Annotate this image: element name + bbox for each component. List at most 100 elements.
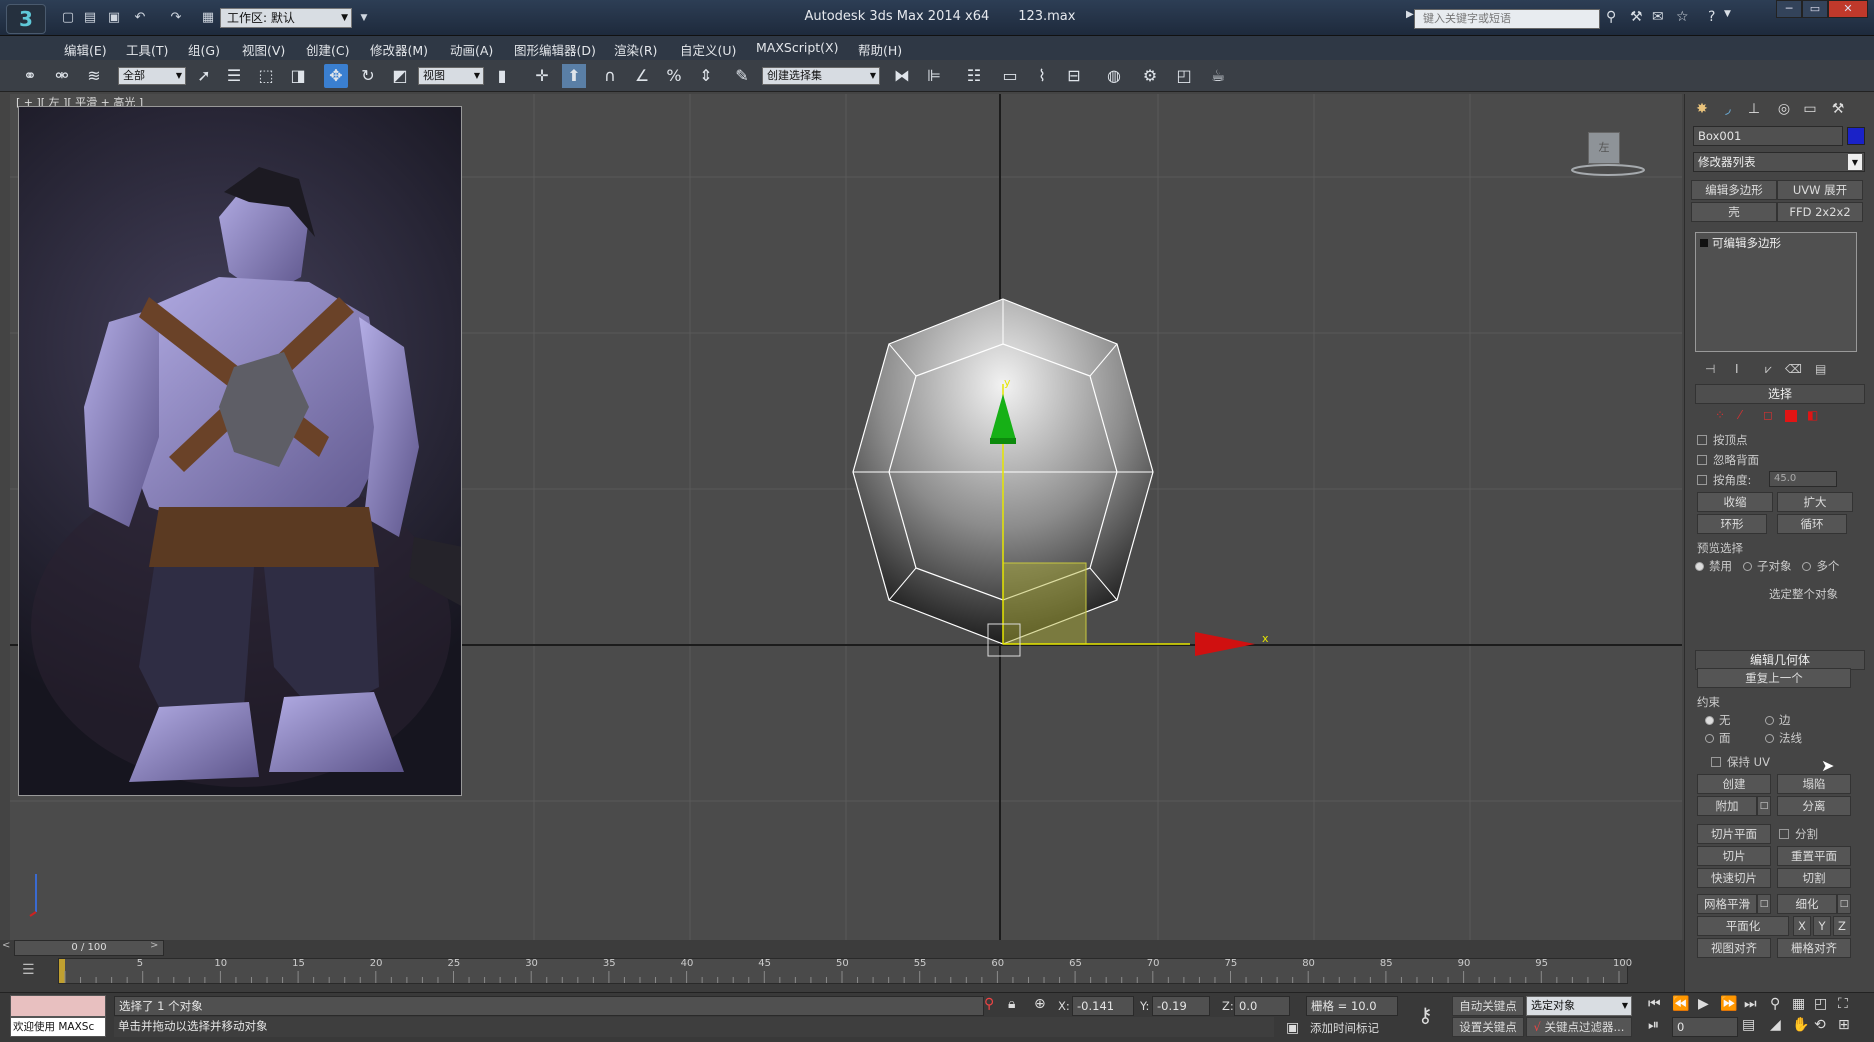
shrink-button[interactable]: 收缩: [1697, 492, 1773, 512]
edit-named-selection-icon[interactable]: ✎: [730, 64, 754, 88]
constraint-normal-row[interactable]: 法线: [1765, 730, 1802, 746]
object-name-field[interactable]: Box001: [1693, 126, 1843, 146]
select-manipulate-icon[interactable]: ✛: [530, 64, 554, 88]
reference-image-plane[interactable]: [18, 106, 462, 796]
mirror-icon[interactable]: ⧓: [890, 64, 914, 88]
create-button[interactable]: 创建: [1697, 774, 1771, 794]
planar-z-button[interactable]: Z: [1833, 916, 1851, 936]
redo-icon[interactable]: ↷: [166, 8, 186, 28]
expand-arrow-icon[interactable]: ▶: [1406, 9, 1414, 20]
menu-create[interactable]: 创建(C): [306, 40, 349, 59]
zoom-all-icon[interactable]: ▦: [1792, 996, 1805, 1012]
curve-editor-icon[interactable]: ⌇: [1030, 64, 1054, 88]
radio[interactable]: [1765, 734, 1774, 743]
menu-group[interactable]: 组(G): [188, 40, 220, 59]
angle-snap-icon[interactable]: ∠: [630, 64, 654, 88]
app-menu-button[interactable]: 3: [6, 4, 46, 34]
select-and-rotate-icon[interactable]: ↻: [356, 64, 380, 88]
render-setup-icon[interactable]: ⚙: [1138, 64, 1162, 88]
save-icon[interactable]: ▣: [104, 8, 124, 28]
object-color-swatch[interactable]: [1847, 127, 1865, 145]
menu-graph-editors[interactable]: 图形编辑器(D): [514, 40, 596, 59]
radio[interactable]: [1705, 716, 1714, 725]
unlink-icon[interactable]: ⚮: [50, 64, 74, 88]
key-filters-button[interactable]: √ 关键点过滤器...: [1526, 1017, 1632, 1037]
go-to-start-icon[interactable]: ⏮: [1648, 996, 1661, 1012]
chevron-down-icon[interactable]: ▼: [1724, 9, 1731, 19]
align-icon[interactable]: ⊫: [922, 64, 946, 88]
named-selection-set-dropdown[interactable]: 创建选择集 ▼: [762, 67, 880, 85]
render-production-icon[interactable]: ☕: [1206, 64, 1230, 88]
orbit-icon[interactable]: ⟲: [1814, 1017, 1826, 1033]
by-vertex-row[interactable]: 按顶点: [1697, 432, 1748, 448]
hierarchy-tab-icon[interactable]: ⊥: [1743, 98, 1765, 120]
tessellate-button[interactable]: 细化: [1777, 894, 1837, 914]
maxscript-listener-pink[interactable]: [10, 995, 106, 1017]
selection-rollout-header[interactable]: 选择: [1695, 384, 1865, 404]
y-coord-field[interactable]: -0.19: [1152, 996, 1210, 1016]
material-editor-icon[interactable]: ◍: [1102, 64, 1126, 88]
menu-customize[interactable]: 自定义(U): [680, 40, 736, 59]
previous-frame-icon[interactable]: ⏪: [1672, 996, 1689, 1012]
selection-filter-dropdown[interactable]: 全部 ▼: [118, 67, 186, 85]
maximize-viewport-icon[interactable]: ⊞: [1838, 1017, 1850, 1033]
border-subobject-icon[interactable]: ◻: [1763, 408, 1773, 422]
select-by-name-icon[interactable]: ☰: [222, 64, 246, 88]
detach-button[interactable]: 分离: [1777, 796, 1851, 816]
meshsmooth-settings-icon[interactable]: □: [1757, 894, 1771, 914]
favorites-star-icon[interactable]: ☆: [1676, 9, 1689, 25]
configure-sets-icon[interactable]: ▤: [1815, 362, 1826, 376]
shell-button[interactable]: 壳: [1691, 202, 1777, 222]
planar-x-button[interactable]: X: [1793, 916, 1811, 936]
timeline[interactable]: < 0 / 100 > ☰ 5 10 15 20 25 30 35 40 45 50 55 60 65 7…: [0, 940, 1684, 992]
time-slider[interactable]: 0 / 100: [14, 940, 164, 956]
field-of-view-icon[interactable]: ◢: [1770, 1017, 1781, 1033]
attach-settings-icon[interactable]: □: [1757, 796, 1771, 816]
selection-lock-icon[interactable]: 🔒︎: [1008, 996, 1015, 1012]
vertex-subobject-icon[interactable]: ⁘: [1715, 408, 1725, 422]
time-configuration-icon[interactable]: ▤: [1742, 1017, 1755, 1033]
view-align-button[interactable]: 视图对齐: [1697, 938, 1771, 958]
show-end-result-icon[interactable]: Ⅰ: [1735, 362, 1739, 376]
go-to-end-icon[interactable]: ⏭: [1744, 996, 1757, 1012]
menu-modifiers[interactable]: 修改器(M): [370, 40, 428, 59]
menu-help[interactable]: 帮助(H): [858, 40, 902, 59]
viewcube-ring-icon[interactable]: [1568, 160, 1648, 180]
constraint-edge-row[interactable]: 边: [1765, 712, 1791, 728]
menu-rendering[interactable]: 渲染(R): [614, 40, 657, 59]
set-key-icon[interactable]: ⚷: [1418, 1003, 1433, 1027]
modifier-list-dropdown[interactable]: 修改器列表 ▼: [1693, 152, 1865, 172]
project-folder-icon[interactable]: ▦: [198, 8, 218, 28]
binoculars-icon[interactable]: ⚲: [1606, 9, 1616, 25]
zoom-extents-icon[interactable]: ◰: [1814, 996, 1827, 1012]
ignore-backface-row[interactable]: 忽略背面: [1697, 452, 1759, 468]
make-planar-button[interactable]: 平面化: [1697, 916, 1789, 936]
zoom-icon[interactable]: ⚲: [1770, 996, 1780, 1012]
menu-animation[interactable]: 动画(A): [450, 40, 493, 59]
stack-item-editable-poly[interactable]: 可编辑多边形: [1696, 233, 1856, 253]
preview-subobj-radio[interactable]: [1742, 562, 1752, 571]
mini-curve-editor-icon[interactable]: ☰: [22, 962, 35, 978]
zoom-extents-all-icon[interactable]: ⛶: [1838, 996, 1848, 1012]
checkbox[interactable]: [1711, 757, 1721, 767]
next-key-icon[interactable]: ⏩: [1720, 996, 1737, 1012]
create-tab-icon[interactable]: ✸: [1691, 98, 1713, 120]
constraint-face-row[interactable]: 面: [1705, 730, 1731, 746]
radio[interactable]: [1705, 734, 1714, 743]
add-time-tag-label[interactable]: 添加时间标记: [1310, 1020, 1379, 1036]
attach-button[interactable]: 附加: [1697, 796, 1757, 816]
subscription-icon[interactable]: ⚒: [1630, 9, 1643, 25]
select-object-icon[interactable]: ➚: [192, 64, 216, 88]
search-input[interactable]: 键入关键字或短语: [1414, 9, 1600, 29]
polygon-subobject-icon[interactable]: [1785, 410, 1797, 422]
play-icon[interactable]: ▶: [1698, 996, 1709, 1012]
window-crossing-icon[interactable]: ◨: [286, 64, 310, 88]
pivot-center-icon[interactable]: ▮: [490, 64, 514, 88]
expand-icon[interactable]: [1700, 239, 1708, 247]
display-tab-icon[interactable]: ▭: [1799, 98, 1821, 120]
split-row[interactable]: 分割: [1779, 826, 1818, 842]
minimize-icon[interactable]: ─: [1776, 0, 1802, 18]
undo-icon[interactable]: ↶: [130, 8, 150, 28]
constraint-none-row[interactable]: 无: [1705, 712, 1731, 728]
planar-y-button[interactable]: Y: [1813, 916, 1831, 936]
